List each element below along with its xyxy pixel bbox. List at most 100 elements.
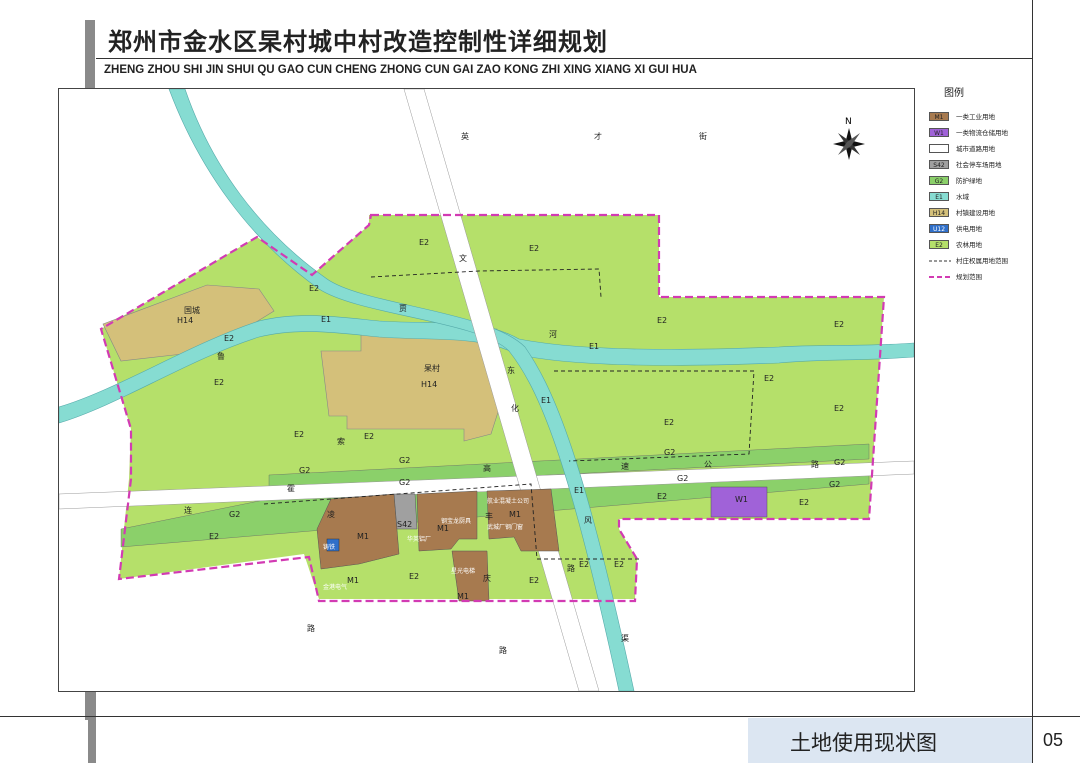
label-g2-2: G2: [664, 448, 675, 457]
label-e2-west-1: E2: [224, 334, 234, 343]
label-e2-mid-1: E2: [294, 430, 304, 439]
map-frame: N E2 E2 E2 E2 E2 E2 E2 E2 E2 E2 E2 E2 E2…: [58, 88, 915, 692]
legend-row-e2: E2 农林用地: [926, 240, 1026, 252]
label-e2-north-2: E2: [529, 244, 539, 253]
legend-swatch-h14: H14: [929, 208, 949, 217]
legend-swatch-m1: M1: [929, 112, 949, 121]
legend-label-planning: 规划范围: [956, 273, 982, 281]
label-factory-gangbaolong: 钢宝龙厨具: [441, 517, 471, 525]
label-road-gaosu-3: 公: [704, 460, 712, 469]
legend-swatch-s42: S42: [929, 160, 949, 169]
label-road-lian: 连: [184, 505, 192, 515]
label-g2-8: G2: [399, 478, 410, 487]
label-e2-south-3: E2: [579, 560, 589, 569]
legend-row-u12: U12 供电用地: [926, 224, 1026, 236]
label-g2-7: G2: [229, 510, 240, 519]
legend-label-u12: 供电用地: [956, 225, 982, 233]
label-e2-mid-2: E2: [364, 432, 374, 441]
legend-swatch-planning: [929, 276, 951, 278]
label-road-gaosu-2: 速: [621, 462, 629, 471]
label-e2-east-2: E2: [834, 320, 844, 329]
legend-swatch-ownership: [929, 260, 951, 262]
label-road-suoling-1: 索: [337, 436, 345, 446]
label-s42: S42: [397, 520, 412, 529]
footer-title: 土地使用现状图: [790, 731, 937, 755]
legend-label-road: 城市道路用地: [956, 145, 995, 153]
label-road-suoling-2: 凌: [327, 509, 335, 519]
label-factory-xingguang: 星光电梯: [451, 567, 475, 575]
label-e1-west: E1: [321, 315, 331, 324]
label-road-huo: 霍: [287, 484, 295, 493]
label-e2-sw: E2: [209, 532, 219, 541]
label-e2-east-1: E2: [657, 316, 667, 325]
label-e2-east-3: E2: [764, 374, 774, 383]
label-e2-se-1: E2: [657, 492, 667, 501]
title-divider: [96, 58, 1032, 59]
legend-row-g2: G2 防护绿地: [926, 176, 1026, 188]
label-factory-wucheng: 武城厂钢门窗: [487, 523, 523, 531]
legend-swatch-road: [929, 144, 949, 153]
legend-row-road: 城市道路用地: [926, 144, 1026, 156]
legend-label-s42: 社会停车场用地: [956, 161, 1002, 169]
legend-swatch-w1: W1: [929, 128, 949, 137]
label-g2-1: G2: [399, 456, 410, 465]
right-border-line: [1032, 0, 1033, 763]
label-h14-gaocun: H14: [421, 380, 437, 389]
legend-label-h14: 村镇建设用地: [956, 209, 995, 217]
map-legend: 图例 M1 一类工业用地 W1 一类物流仓储用地 城市道路用地 S42 社会停车…: [926, 84, 1026, 284]
label-g2-5: G2: [677, 474, 688, 483]
label-road-wenhua-3: 路: [567, 563, 575, 573]
legend-label-g2: 防护绿地: [956, 177, 982, 185]
legend-title: 图例: [944, 88, 964, 99]
label-e2-south-4: E2: [614, 560, 624, 569]
label-road-fengqing-3: 路: [499, 645, 507, 655]
legend-swatch-e1: E1: [929, 192, 949, 201]
label-river-2: 鲁: [217, 351, 225, 361]
label-e2-south-1: E2: [409, 572, 419, 581]
label-road-suoling-3: 路: [307, 623, 315, 633]
label-road-wenhua-2: 化: [511, 403, 519, 413]
label-road-dongfeng-1: 东: [507, 365, 515, 375]
label-g2-3: G2: [834, 458, 845, 467]
label-village-gaocun: 杲村: [424, 363, 440, 373]
label-factory-huaying: 华英铝厂: [407, 535, 431, 543]
legend-row-h14: H14 村镇建设用地: [926, 208, 1026, 220]
label-m1-center: M1: [437, 524, 449, 533]
label-factory-hangye: 航业混凝土公司: [487, 497, 529, 505]
label-m1-south: M1: [457, 592, 469, 601]
legend-label-e1: 水域: [956, 193, 969, 201]
label-w1: W1: [735, 495, 748, 504]
label-e1-canal-1: E1: [541, 396, 551, 405]
legend-row-s42: S42 社会停车场用地: [926, 160, 1026, 172]
north-arrow-icon: N: [833, 117, 865, 160]
label-road-yingcai-1: 英: [461, 131, 469, 141]
legend-row-m1: M1 一类工业用地: [926, 112, 1026, 124]
label-e2-east-4: E2: [834, 404, 844, 413]
sidebar-bar-lower: [88, 690, 96, 763]
legend-swatch-g2: G2: [929, 176, 949, 185]
label-g2-4: G2: [299, 466, 310, 475]
label-h14-guocheng: H14: [177, 316, 193, 325]
legend-row-e1: E1 水域: [926, 192, 1026, 204]
bottom-border-line: [0, 716, 1080, 717]
page-subtitle-pinyin: ZHENG ZHOU SHI JIN SHUI QU GAO CUN CHENG…: [104, 64, 697, 76]
label-road-dongfeng-3: 渠: [621, 633, 629, 643]
label-river-1: 贾: [399, 304, 407, 313]
label-road-yingcai-2: 才: [594, 131, 602, 141]
label-e2-center: E2: [664, 418, 674, 427]
land-use-map: N E2 E2 E2 E2 E2 E2 E2 E2 E2 E2 E2 E2 E2…: [59, 89, 914, 691]
page-title: 郑州市金水区杲村城中村改造控制性详细规划: [108, 28, 608, 56]
legend-swatch-e2: E2: [929, 240, 949, 249]
label-e1-east: E1: [589, 342, 599, 351]
label-m1-east: M1: [509, 510, 521, 519]
label-e2-north-1: E2: [419, 238, 429, 247]
legend-swatch-u12: U12: [929, 224, 949, 233]
label-road-yingcai-3: 街: [699, 131, 707, 141]
label-e2-nw: E2: [309, 284, 319, 293]
label-m1-sw: M1: [347, 576, 359, 585]
label-m1-west: M1: [357, 532, 369, 541]
legend-row-planning: 规划范围: [926, 272, 1026, 284]
legend-label-ownership: 村庄权属用地范围: [956, 257, 1008, 265]
label-e2-south-2: E2: [529, 576, 539, 585]
legend-label-e2: 农林用地: [956, 241, 982, 249]
